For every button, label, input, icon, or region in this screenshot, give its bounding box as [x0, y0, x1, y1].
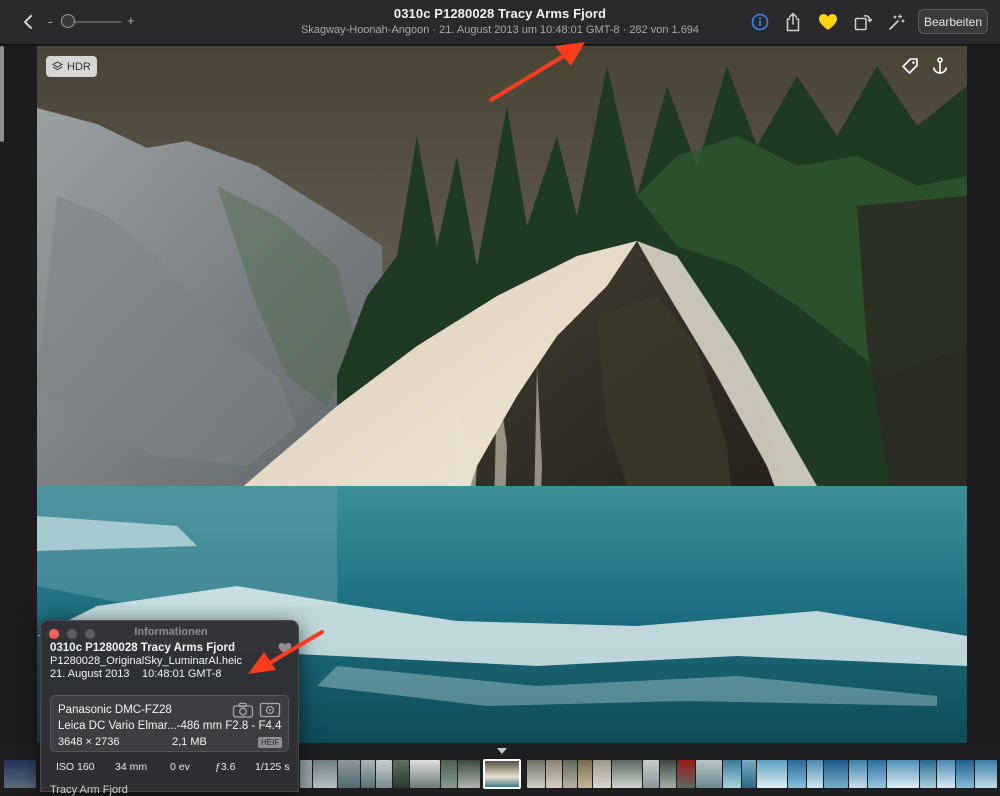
sidebar-edge: [0, 46, 4, 142]
tag-icon[interactable]: [900, 56, 920, 76]
info-panel[interactable]: Informationen 0310c P1280028 Tracy Arms …: [40, 620, 299, 792]
thumbnail[interactable]: [643, 760, 659, 788]
thumbnail[interactable]: [920, 760, 936, 788]
exif-focal-length: 34 mm: [115, 761, 148, 773]
exif-row: ISO 160 34 mm 0 ev ƒ3.6 1/125 s: [50, 757, 289, 777]
info-date[interactable]: 21. August 2013: [50, 668, 130, 680]
thumbnail[interactable]: [612, 760, 642, 788]
info-photo-name[interactable]: 0310c P1280028 Tracy Arms Fjord: [50, 642, 235, 654]
thumbnail[interactable]: [975, 760, 997, 788]
edit-button[interactable]: Bearbeiten: [918, 9, 988, 34]
file-size: 2,1 MB: [172, 736, 207, 748]
thumbnail[interactable]: [696, 760, 722, 788]
magic-wand-icon[interactable]: [885, 10, 909, 34]
thumbnail[interactable]: [660, 760, 676, 788]
close-window-button[interactable]: [49, 629, 59, 639]
info-icon[interactable]: [748, 10, 772, 34]
thumbnail[interactable]: [677, 760, 695, 788]
hdr-label: HDR: [67, 60, 91, 73]
thumbnail[interactable]: [887, 760, 919, 788]
thumbnail[interactable]: [458, 760, 480, 788]
camera-lens: Leica DC Vario Elmar...-486 mm F2.8 - F4…: [58, 720, 282, 732]
thumbnail[interactable]: [578, 760, 592, 788]
thumbnail[interactable]: [593, 760, 611, 788]
info-filename: P1280028_OriginalSky_LuminarAI.heic: [50, 655, 243, 667]
thumbnail[interactable]: [742, 760, 756, 788]
camera-model: Panasonic DMC-FZ28: [58, 704, 172, 716]
zoom-slider-knob[interactable]: [61, 14, 75, 28]
zoom-out-label[interactable]: -: [48, 13, 53, 29]
thumbnail[interactable]: [300, 760, 312, 788]
info-time[interactable]: 10:48:01 GMT-8: [142, 668, 222, 680]
thumbnail[interactable]: [807, 760, 823, 788]
exif-exposure-value: 0 ev: [170, 761, 190, 773]
exif-shutter-speed: 1/125 s: [255, 761, 290, 773]
exif-aperture: ƒ3.6: [215, 761, 236, 773]
thumbnail[interactable]: [956, 760, 974, 788]
thumbnail[interactable]: [937, 760, 955, 788]
image-dimensions: 3648 × 2736: [58, 736, 120, 748]
layers-icon: [52, 61, 63, 71]
thumbnail[interactable]: [868, 760, 886, 788]
hdr-badge[interactable]: HDR: [46, 56, 97, 77]
anchor-icon[interactable]: [930, 56, 950, 76]
thumbnail[interactable]: [546, 760, 562, 788]
thumbnail[interactable]: [788, 760, 806, 788]
favorite-heart-icon[interactable]: [815, 10, 841, 34]
heart-icon[interactable]: [278, 642, 292, 656]
thumbnail[interactable]: [441, 760, 457, 788]
format-badge: HEIF: [258, 737, 283, 748]
thumbnail[interactable]: [338, 760, 360, 788]
info-panel-title: Informationen: [134, 626, 208, 638]
camera-icon: [232, 702, 254, 718]
toolbar: - + 0310c P1280028 Tracy Arms Fjord Skag…: [0, 0, 1000, 45]
zoom-window-button[interactable]: [85, 629, 95, 639]
photo-title: 0310c P1280028 Tracy Arms Fjord: [393, 6, 607, 21]
thumbnail[interactable]: [824, 760, 848, 788]
share-icon[interactable]: [781, 9, 805, 35]
camera-info-card: Panasonic DMC-FZ28 Leica DC Vario Elmar.…: [50, 695, 289, 752]
caption-below-panel: Tracy Arm Fjord: [50, 784, 128, 796]
thumbnail[interactable]: [4, 760, 36, 788]
thumbnail[interactable]: [361, 760, 375, 788]
current-photo-marker: [497, 748, 507, 754]
thumbnail-selected[interactable]: [483, 759, 521, 789]
photo-subtitle: Skagway-Hoonah-Angoon · 21. August 2013 …: [300, 24, 700, 36]
thumbnail[interactable]: [563, 760, 577, 788]
thumbnail[interactable]: [757, 760, 787, 788]
thumbnail[interactable]: [849, 760, 867, 788]
minimize-window-button[interactable]: [67, 629, 77, 639]
thumbnail[interactable]: [527, 760, 545, 788]
rotate-icon[interactable]: [851, 10, 875, 34]
metering-mode-icon: [259, 702, 281, 718]
thumbnail[interactable]: [313, 760, 337, 788]
back-chevron-icon[interactable]: [16, 10, 40, 34]
thumbnail[interactable]: [393, 760, 409, 788]
thumbnail[interactable]: [410, 760, 440, 788]
thumbnail[interactable]: [723, 760, 741, 788]
zoom-in-label[interactable]: +: [127, 13, 135, 28]
thumbnail[interactable]: [376, 760, 392, 788]
exif-iso: ISO 160: [56, 761, 95, 773]
title-block: 0310c P1280028 Tracy Arms Fjord Skagway-…: [250, 6, 750, 36]
